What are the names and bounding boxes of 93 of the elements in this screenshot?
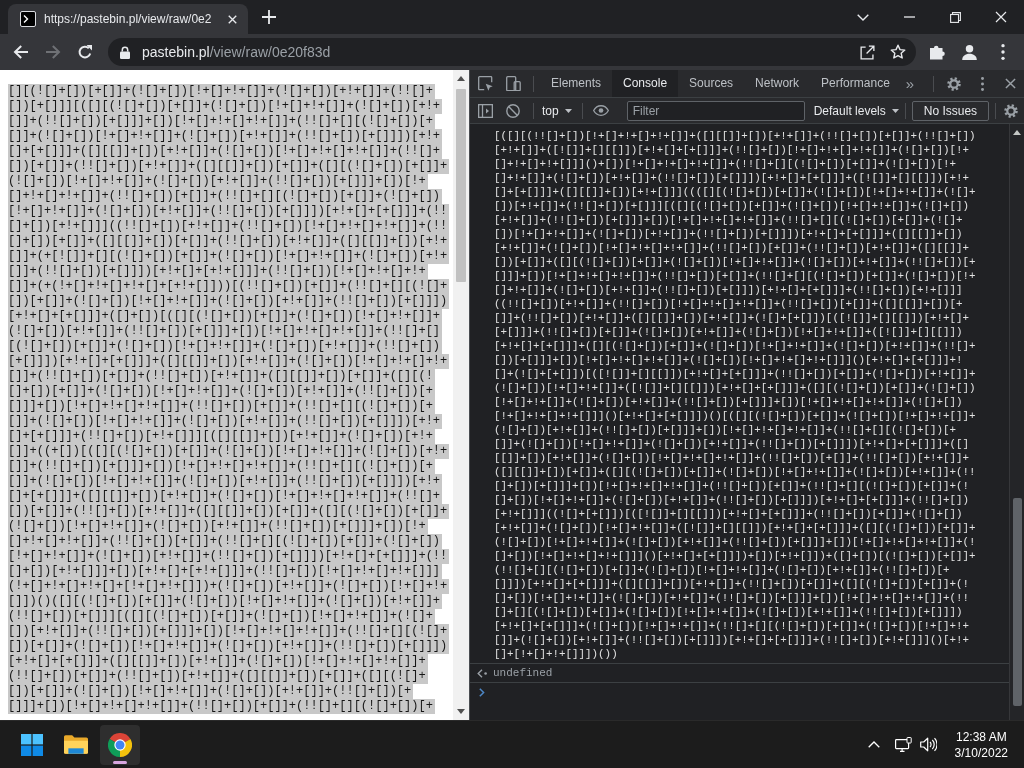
scrollbar-track[interactable] [453, 70, 469, 720]
console-code-line: [+!+[]]]((![]+[+[]])[([![]]+[][[]])[+!+[]+[+[]]]+(!![]+[])[+[]]+(![]+[]) [494, 507, 963, 521]
console-code-line: []]+(![]+[])[!+[]+!+[]]+(![]+[])[+!+[]]+(!![]+[])[+[]]])[+!+[]+[+[]]]+([] [494, 437, 970, 451]
console-code-line: [+!+[]]+(![]+[])[!+[]+!+[]]+([![]]+[][[]])[+!+[]+[+[]]]+([][(![]+[])[+[]]+ [494, 521, 976, 535]
console-code-line: [])[+!+[]]+(!![]+[])[+[]]][([][(![]+[])[+[]]+(![]+[])[!+[]+!+[]]+(![]+[]) [494, 199, 970, 213]
device-toolbar-icon[interactable] [505, 76, 521, 91]
console-code-line: (![]+[])[!+[]+!+[]]+(![]+[])[+!+[]]+(!![]+[])[+[]]]+[])[!+[]+!+[]+!+[]]+(! [494, 535, 976, 549]
lock-icon [120, 45, 130, 59]
chevron-up-icon[interactable] [867, 741, 880, 748]
console-code-line: []+[])[+[]]]+[])[!+[]+!+[]+!+[]]+(!![]+[])[+[]]+(!![]+[][(![]+[])[+[]]+(! [494, 479, 970, 493]
console-code-line: [([][(!![]+[])[!+[]+!+[]+!+[]]+([][[]]+[])[+!+[]]+(!![]+[])[+[]]+(!![]+[]) [494, 129, 976, 143]
console-code-line: []+[])[!+[]+!+[]+!+[]]]()[+!+[]+[+[]]])+[])[+!+[]])+([]+[])[(![]+[])[+[]]+ [494, 549, 976, 563]
console-code-line: [+!+[]+[+[]]]+([][(![]+[])[+[]]+(![]+[])[!+[]+!+[]]+(![]+[])[+!+[]]+(!![]+ [494, 339, 976, 353]
console-code-line: [+!+[]]+(![]+[])[!+[]+!+[]+!+[]]+(!![]+[])[+[]]+(!![]+[])[+!+[]]+([][[]]+ [494, 241, 970, 255]
console-code-line: (![]+[])[+!+[]]+(!![]+[])[+[]]]+[])[!+[]+!+[]+!+[]]+(!![]+[][(![]+[])[+ [494, 423, 957, 437]
console-code-line: []+[+[]]]+([][[]]+[])[+!+[]]]((([][(![]+[])[+[]]+(![]+[])[!+[]+!+[]]+(![]+ [494, 185, 976, 199]
scroll-up-arrow-icon[interactable] [457, 76, 465, 81]
console-code-line: (![]+[])[!+[]+!+[]]+([![]]+[][[]])[+!+[]+[+[]]]+([][(![]+[])[+[]]+(![]+[]) [494, 381, 976, 395]
eye-icon[interactable] [592, 105, 609, 116]
console-code-line: [!+[]+!+[]+!+[]]]()[+!+[]+[+[]]])()[([][(![]+[])[+[]]+(![]+[])[!+[]+!+[]]+ [494, 409, 976, 423]
windows-logo-icon[interactable] [21, 733, 43, 756]
console-code-line: []+!+[]]+(![]+[])[+!+[]]+(!![]+[])[+[]]])[+!+[]+[+[]]]+(!![]+[])[+!+[]]] [494, 283, 963, 297]
browser-tab[interactable]: https://pastebin.pl/view/raw/0e2 [8, 4, 248, 34]
inspect-element-icon[interactable] [477, 76, 493, 91]
console-code-line: []+!+[]]+(![]+[])[+!+[]]+(!![]+[])[+[]]])[+!+[]+[+[]]]+([![]]+[][[]])[+!+ [494, 171, 970, 185]
console-code-line: []+[][(![]+[])[+[]]+(![]+[])[!+[]+!+[]]+(![]+[])[+!+[]]+(!![]+[])[+[]]]) [494, 605, 963, 619]
console-code-line: []+[!+[]+!+[]]])()) [494, 647, 618, 661]
plus-icon[interactable] [262, 10, 276, 24]
monitor-icon[interactable] [894, 737, 912, 752]
settings-icon[interactable] [947, 76, 961, 91]
console-code-line: []]+(!![]+[])[+!+[]]+([][[]]+[])[+!+[]]+(![]+[+[]])[([![]]+[][[]])[+!+[]+ [494, 311, 970, 325]
minimize-icon[interactable] [903, 16, 915, 18]
more-tabs-button[interactable]: » [905, 75, 915, 92]
console-code-line: []]+(![]+[])[+!+[]]+(!![]+[])[+[]]])[+!+[]+[+[]]]+(!![]+[])[+!+[]]]()[+!+ [494, 633, 970, 647]
console-code-line: [])[+[]]+([][(![]+[])[+[]]+(![]+[])[!+[]+!+[]]+(![]+[])[+!+[]]+(!![]+[])[+ [494, 255, 976, 269]
devtools-tab[interactable]: Performance [810, 70, 901, 97]
console-code-line: []+[])[!+[]+!+[]]+(![]+[])[+!+[]]+(!![]+[])[+[]]])[+!+[]+[+[]]]+(!![]+[]) [494, 493, 970, 507]
scrollbar-track[interactable] [1009, 124, 1024, 720]
folder-icon [64, 735, 88, 754]
console-code-line: (!![]+[][(![]+[])[+[]]+(![]+[])[!+[]+!+[]]+(![]+[])[+!+[]]+(!![]+[])[+ [494, 563, 950, 577]
console-code-line: [+!+[]]+([![]]+[][[]])[+!+[]+[+[]]]+(!![]+[])[!+[]+!+[]+!+[]]+(![]+[])[!+ [494, 143, 970, 157]
console-code-line: [+!+[]]+(!![]+[])[+[]]]+[])[!+[]+!+[]+!+[]]+(!![]+[][(![]+[])[+[]]+(![]+ [494, 213, 963, 227]
console-code-line: []+(![]+[+[]])[([![]]+[][[]])[+!+[]+[+[]]]+(!![]+[])[+[]]+(![]+[])[+!+[]]+ [494, 367, 976, 381]
circle-slash-icon[interactable] [506, 103, 520, 118]
sidebar-icon[interactable] [477, 103, 493, 118]
console-code-line: [+!+[]+[+[]]]+(![]+[])[!+[]+!+[]]+(!![]+[][(![]+[])[+[]]+(![]+[])[!+[]+!+ [494, 619, 970, 633]
console-code-line: ([][[]]+[])[+[]]+([][(![]+[])[+[]]+(![]+[])[!+[]+!+[]]+(![]+[])[+!+[]]+(!! [494, 465, 976, 479]
url-text[interactable]: pastebin.pl/view/raw/0e20f83d [142, 44, 331, 60]
more-options-icon[interactable] [980, 76, 984, 91]
scrollbar-thumb[interactable] [1012, 498, 1022, 706]
console-code-line: [[]]+[])[+!+[]]+(![]+[])[!+[]+!+[]+!+[]]+(!![]+[])[+[]]+(!![]+[])[+!+[]]+ [494, 451, 970, 465]
caret-down-icon [564, 108, 572, 113]
console-code-line: []+!+[]+!+[]]]()+[])[!+[]+!+[]+!+[]]+(!![]+[][(![]+[])[+[]]+(![]+[])[!+ [494, 157, 957, 171]
restore-icon[interactable] [949, 11, 961, 23]
caret-down-icon [891, 108, 899, 113]
log-levels-dropdown[interactable]: Default levels [813, 103, 899, 118]
more-options-icon[interactable] [1001, 44, 1005, 60]
console-code-line: []+[])[!+[]+!+[]]+(![]+[])[+!+[]]+(!![]+[])[+[]]]+[])[!+[]+!+[]+!+[]]+(!! [494, 591, 970, 605]
devtools-tab[interactable]: Console [612, 70, 679, 97]
settings-icon[interactable] [1004, 103, 1019, 118]
scroll-down-arrow-icon[interactable] [457, 709, 465, 714]
scrollbar-thumb[interactable] [456, 89, 466, 282]
console-code-line: [])[!+[]+!+[]]+(![]+[])[+!+[]]+(!![]+[])[+[]]])[+!+[]+[+[]]]+([][[]]+[]) [494, 227, 963, 241]
console-code-line: [+[]]]+(!![]+[])[+[]]+(![]+[])[+!+[]]+(![]+[])[!+[]+!+[]]+([![]]+[][[]]) [494, 325, 963, 339]
star-icon[interactable] [890, 44, 906, 60]
filter-input[interactable]: Filter [626, 100, 805, 121]
result-text: undefined [493, 667, 553, 679]
issues-button[interactable]: No Issues [911, 100, 990, 121]
console-code-line: ((!![]+[])[+!+[]]+(!![]+[])[!+[]+!+[]+!+[]]+(!![]+[])[+[]]+([][[]]+[])[+ [494, 297, 963, 311]
prompt-chevron-icon[interactable] [479, 687, 485, 697]
reload-icon[interactable] [77, 44, 93, 60]
taskbar-app-button[interactable] [100, 724, 140, 765]
console-code-line: [!+[]+!+[]]+(![]+[])[+!+[]]+(!![]+[])[+[]]]+[])[!+[]+!+[]+!+[]]+(![]+[]) [494, 395, 963, 409]
chevron-down-icon[interactable] [857, 13, 869, 21]
share-icon[interactable] [860, 44, 875, 60]
terminal-icon [20, 11, 36, 27]
console-code-line: []]])[+!+[]+[+[]]]+([][[]]+[])[+!+[]]+(!![]+[])[+[]]+([][(![]+[])[+[]]+(! [494, 577, 970, 591]
devtools-tab[interactable]: Network [744, 70, 811, 97]
person-silhouette-icon[interactable] [961, 44, 977, 60]
address-bar[interactable]: pastebin.pl/view/raw/0e20f83d [108, 38, 916, 66]
close-icon[interactable] [1004, 78, 1016, 89]
devtools-tab[interactable]: Elements [540, 70, 613, 97]
clock-button[interactable]: 12:38 AM 3/10/2022 [944, 728, 1018, 761]
puzzle-piece-icon[interactable] [929, 44, 945, 60]
scroll-up-arrow-icon[interactable] [1013, 130, 1021, 135]
back-arrow-icon[interactable] [13, 44, 29, 60]
console-code-line: []]]+[])[!+[]+!+[]+!+[]]+(!![]+[])[+[]]+(!![]+[][(![]+[])[+[]]+(![]+[])[!+ [494, 269, 976, 283]
devtools-tab[interactable]: Sources [678, 70, 745, 97]
console-code-line: [])[+[]]]+[])[!+[]+!+[]+!+[]]+(![]+[])[!+[]+!+[]+!+[]]]()[+!+[]+[+[]]]+! [494, 353, 963, 367]
return-arrow-icon [477, 668, 487, 678]
speaker-icon[interactable] [919, 737, 937, 752]
context-dropdown[interactable]: top [542, 103, 572, 118]
chrome-icon [108, 732, 132, 757]
